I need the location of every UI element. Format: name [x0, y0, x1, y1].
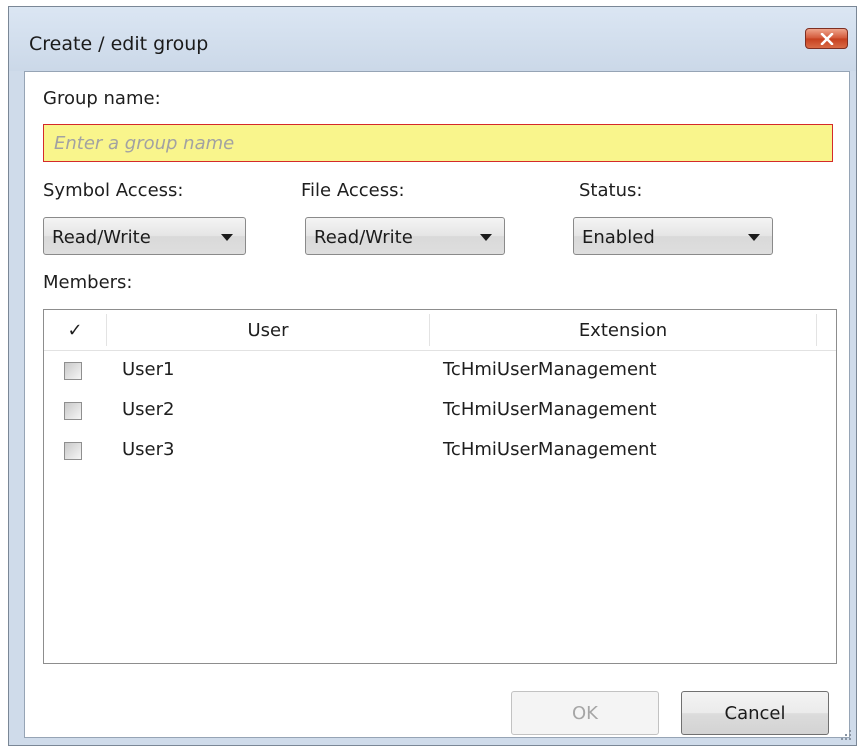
- column-header-user[interactable]: User: [107, 310, 429, 350]
- status-label: Status:: [579, 180, 643, 201]
- table-row[interactable]: User2 TcHmiUserManagement: [44, 393, 836, 433]
- resize-grip-icon[interactable]: [838, 727, 852, 741]
- member-checkbox[interactable]: [64, 362, 82, 380]
- member-extension: TcHmiUserManagement: [443, 399, 657, 420]
- member-checkbox[interactable]: [64, 442, 82, 460]
- member-extension: TcHmiUserManagement: [443, 359, 657, 380]
- file-access-value: Read/Write: [314, 227, 413, 248]
- title-bar[interactable]: Create / edit group: [9, 7, 856, 71]
- table-row[interactable]: User3 TcHmiUserManagement: [44, 433, 836, 473]
- ok-button[interactable]: OK: [511, 691, 659, 735]
- status-value: Enabled: [582, 227, 655, 248]
- close-icon: [820, 32, 833, 45]
- member-checkbox[interactable]: [64, 402, 82, 420]
- close-button[interactable]: [805, 28, 848, 49]
- members-label: Members:: [43, 272, 133, 293]
- table-row[interactable]: User1 TcHmiUserManagement: [44, 353, 836, 393]
- status-dropdown[interactable]: Enabled: [573, 217, 773, 255]
- chevron-down-icon: [221, 234, 233, 241]
- symbol-access-dropdown[interactable]: Read/Write: [43, 217, 246, 255]
- column-header-extension[interactable]: Extension: [430, 310, 816, 350]
- member-extension: TcHmiUserManagement: [443, 439, 657, 460]
- file-access-dropdown[interactable]: Read/Write: [305, 217, 505, 255]
- dialog-title: Create / edit group: [29, 33, 209, 55]
- group-name-label: Group name:: [43, 88, 161, 109]
- dialog-window: Create / edit group Group name: Symbol A…: [8, 6, 857, 746]
- cancel-button[interactable]: Cancel: [681, 691, 829, 735]
- file-access-label: File Access:: [301, 180, 405, 201]
- chevron-down-icon: [748, 234, 760, 241]
- member-user: User1: [122, 359, 175, 380]
- symbol-access-label: Symbol Access:: [43, 180, 184, 201]
- symbol-access-value: Read/Write: [52, 227, 151, 248]
- group-name-input[interactable]: [43, 124, 833, 162]
- members-table: ✓ User Extension User1 TcHmiUserManageme…: [43, 309, 837, 664]
- member-user: User3: [122, 439, 175, 460]
- dialog-body: Group name: Symbol Access: Read/Write Fi…: [24, 71, 850, 738]
- member-user: User2: [122, 399, 175, 420]
- members-table-header: ✓ User Extension: [44, 310, 836, 351]
- column-header-check[interactable]: ✓: [44, 310, 106, 350]
- chevron-down-icon: [480, 234, 492, 241]
